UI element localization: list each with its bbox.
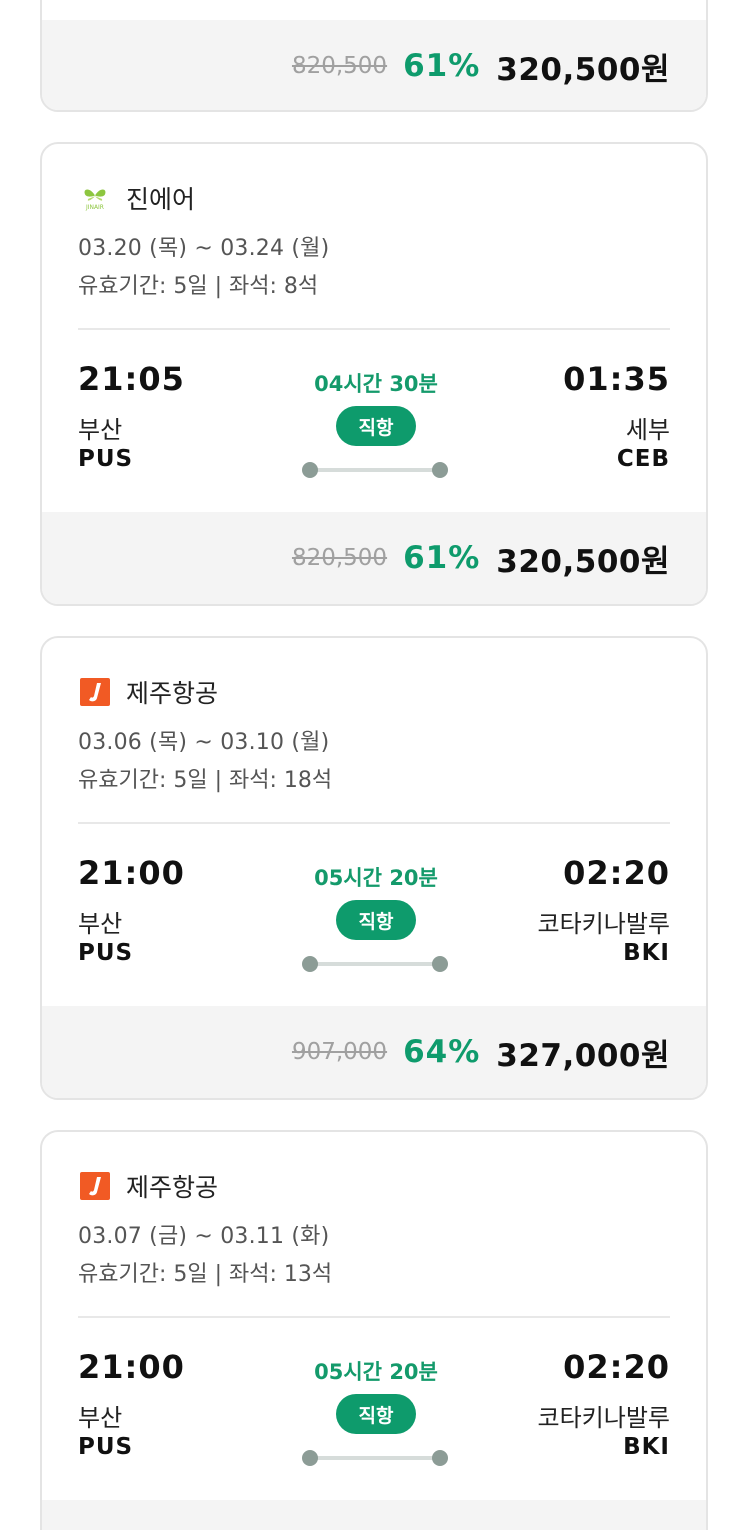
divider [78, 822, 670, 824]
airline-name: 제주항공 [126, 679, 219, 708]
travel-dates: 03.20 (목) ~ 03.24 (월) [78, 236, 330, 261]
airline-name: 제주항공 [126, 1173, 219, 1202]
direct-flight-badge: 직항 [336, 406, 416, 446]
route-line [310, 962, 442, 966]
discount-rate: 61% [403, 540, 481, 576]
card-body: JINAIR 진에어 03.20 (목) ~ 03.24 (월) 유효기간: 5… [42, 144, 706, 512]
airline-header: 제주항공 [78, 1168, 218, 1204]
departure-code: PUS [78, 446, 134, 472]
validity-seats: 유효기간: 5일 | 좌석: 13석 [78, 1262, 333, 1287]
arrival-time: 02:20 [563, 1348, 670, 1386]
svg-text:JINAIR: JINAIR [85, 204, 104, 211]
card-body: 제주항공 03.06 (목) ~ 03.10 (월) 유효기간: 5일 | 좌석… [42, 638, 706, 1006]
direct-flight-badge: 직항 [336, 900, 416, 940]
original-price: 820,500 [291, 545, 388, 571]
card-body: 제주항공 03.07 (금) ~ 03.11 (화) 유효기간: 5일 | 좌석… [42, 1132, 706, 1500]
flight-card[interactable]: JINAIR 진에어 03.20 (목) ~ 03.24 (월) 유효기간: 5… [40, 142, 708, 606]
arrival-time: 01:35 [563, 360, 670, 398]
departure-city: 부산 [78, 416, 123, 444]
discount-rate: 64% [403, 1034, 481, 1070]
route-line [310, 468, 442, 472]
route-end-dot [432, 1450, 448, 1466]
departure-time: 21:05 [78, 360, 185, 398]
departure-time: 21:00 [78, 854, 185, 892]
direct-flight-badge: 직항 [336, 1394, 416, 1434]
departure-city: 부산 [78, 1404, 123, 1432]
jejuair-logo-icon [78, 677, 112, 707]
price-bar: 907,000 64% 327,000원 [42, 1006, 706, 1098]
flight-duration: 05시간 20분 [314, 866, 438, 890]
arrival-code: BKI [623, 940, 670, 966]
jinair-logo-icon: JINAIR [78, 183, 112, 213]
route-start-dot [302, 1450, 318, 1466]
price-bar [42, 1500, 706, 1530]
final-price: 320,500원 [496, 543, 670, 580]
price-bar: 820,500 61% 320,500원 [42, 20, 706, 110]
original-price: 907,000 [291, 1039, 388, 1065]
route-end-dot [432, 462, 448, 478]
arrival-city: 코타키나발루 [537, 1404, 670, 1432]
flight-card[interactable]: 제주항공 03.07 (금) ~ 03.11 (화) 유효기간: 5일 | 좌석… [40, 1130, 708, 1530]
departure-code: PUS [78, 940, 134, 966]
original-price: 820,500 [291, 53, 388, 79]
departure-code: PUS [78, 1434, 134, 1460]
final-price: 327,000원 [496, 1037, 670, 1074]
divider [78, 328, 670, 330]
arrival-city: 코타키나발루 [537, 910, 670, 938]
departure-time: 21:00 [78, 1348, 185, 1386]
travel-dates: 03.06 (목) ~ 03.10 (월) [78, 730, 330, 755]
departure-city: 부산 [78, 910, 123, 938]
airline-header: 제주항공 [78, 674, 218, 710]
arrival-code: BKI [623, 1434, 670, 1460]
route-line [310, 1456, 442, 1460]
route-end-dot [432, 956, 448, 972]
discount-rate: 61% [403, 48, 481, 84]
arrival-code: CEB [616, 446, 670, 472]
travel-dates: 03.07 (금) ~ 03.11 (화) [78, 1224, 330, 1249]
airline-name: 진에어 [126, 185, 196, 214]
final-price: 320,500원 [496, 51, 670, 88]
arrival-city: 세부 [625, 416, 670, 444]
arrival-time: 02:20 [563, 854, 670, 892]
divider [78, 1316, 670, 1318]
price-bar: 820,500 61% 320,500원 [42, 512, 706, 604]
jejuair-logo-icon [78, 1171, 112, 1201]
validity-seats: 유효기간: 5일 | 좌석: 18석 [78, 768, 333, 793]
route-start-dot [302, 956, 318, 972]
flight-card[interactable]: 제주항공 03.06 (목) ~ 03.10 (월) 유효기간: 5일 | 좌석… [40, 636, 708, 1100]
flight-card[interactable]: 820,500 61% 320,500원 [40, 0, 708, 112]
airline-header: JINAIR 진에어 [78, 180, 195, 216]
route-start-dot [302, 462, 318, 478]
flight-duration: 04시간 30분 [314, 372, 438, 396]
card-body-remnant [42, 0, 706, 20]
flight-duration: 05시간 20분 [314, 1360, 438, 1384]
validity-seats: 유효기간: 5일 | 좌석: 8석 [78, 274, 319, 299]
